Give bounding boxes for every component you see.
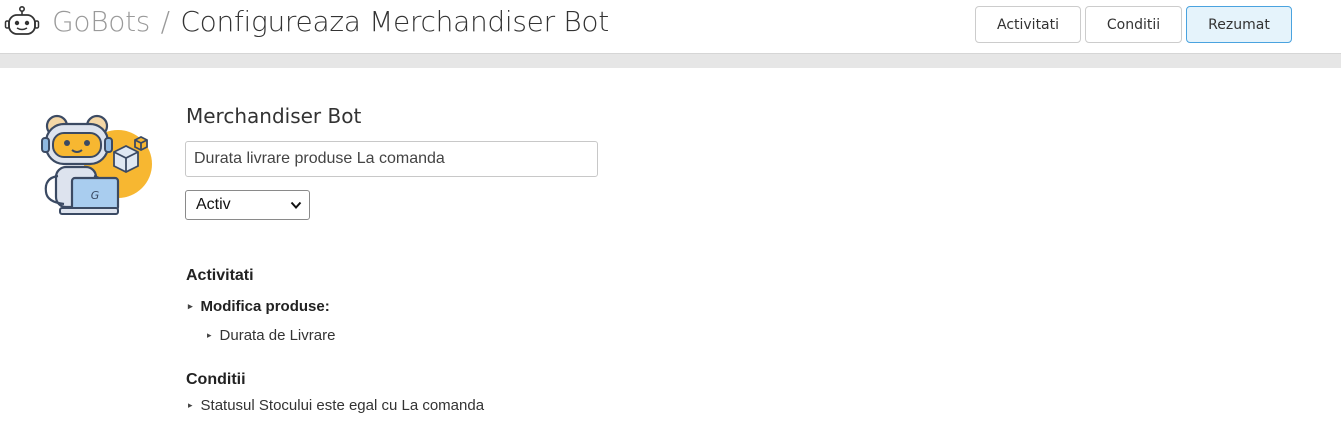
brand-link[interactable]: GoBots <box>52 5 150 38</box>
tab-conditii[interactable]: Conditii <box>1085 6 1182 43</box>
bot-status-select[interactable]: Activ <box>185 190 310 220</box>
bullet-triangle-icon: ▸ <box>188 301 193 311</box>
conditions-section-title: Conditii <box>186 371 246 388</box>
activities-section-title: Activitati <box>186 267 254 284</box>
svg-text:G: G <box>91 189 100 202</box>
bullet-triangle-icon: ▸ <box>207 330 212 340</box>
status-selected-value: Activ <box>196 196 231 213</box>
activity-group-label: Modifica produse: <box>200 298 330 315</box>
condition-label: Statusul Stocului este egal cu La comand… <box>200 397 485 414</box>
condition-item: ▸ Statusul Stocului este egal cu La coma… <box>188 397 484 414</box>
header-divider-band <box>0 53 1341 68</box>
tab-rezumat[interactable]: Rezumat <box>1186 6 1292 43</box>
activity-sub-item: ▸ Durata de Livrare <box>207 327 335 344</box>
robot-with-laptop-illustration: G <box>41 114 152 215</box>
page-heading: GoBots / Configureaza Merchandiser Bot <box>52 5 609 38</box>
robot-icon <box>4 5 40 35</box>
step-tabs: Activitati Conditii Rezumat <box>975 6 1292 43</box>
tab-activitati[interactable]: Activitati <box>975 6 1081 43</box>
page-title: Configureaza Merchandiser Bot <box>180 5 609 38</box>
bullet-triangle-icon: ▸ <box>188 400 193 410</box>
bot-name-heading: Merchandiser Bot <box>186 104 362 128</box>
breadcrumb-separator: / <box>160 5 170 38</box>
top-header: GoBots / Configureaza Merchandiser Bot A… <box>0 0 1341 53</box>
activity-group-item: ▸ Modifica produse: <box>188 298 330 315</box>
activity-sub-label: Durata de Livrare <box>219 327 336 344</box>
bot-description-input[interactable] <box>185 141 598 177</box>
chevron-down-icon <box>290 201 302 209</box>
